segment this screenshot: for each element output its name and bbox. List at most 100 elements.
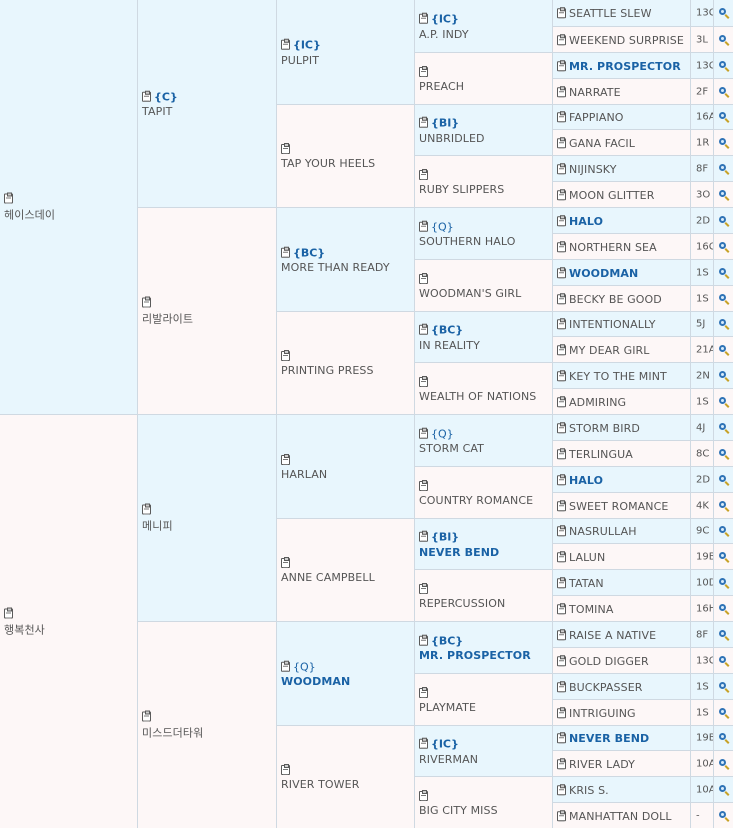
clipboard-icon[interactable] [4, 607, 13, 618]
clipboard-icon[interactable] [142, 503, 151, 515]
horse-name[interactable]: PRINTING PRESS [281, 364, 412, 377]
clipboard-icon[interactable] [557, 473, 566, 485]
pedigree-cell-gen4[interactable]: BUCKPASSER [552, 673, 690, 699]
pedigree-cell-gen4[interactable]: NIJINSKY [552, 155, 690, 181]
magnifier-icon[interactable] [718, 112, 726, 119]
pedigree-cell-gen3[interactable]: WEALTH OF NATIONS [414, 362, 552, 414]
clipboard-icon[interactable] [557, 136, 566, 148]
clipboard-icon[interactable] [281, 246, 290, 258]
magnifier-icon[interactable] [718, 293, 726, 301]
pedigree-cell-gen4[interactable]: NASRULLAH [552, 518, 690, 543]
magnifier-icon[interactable] [718, 60, 726, 68]
horse-name[interactable]: LALUN [569, 550, 605, 563]
clipboard-icon[interactable] [557, 240, 566, 252]
horse-name[interactable]: 행복천사 [4, 621, 135, 637]
horse-name[interactable]: INTRIGUING [569, 706, 636, 719]
pedigree-cell-gen3[interactable]: PREACH [414, 52, 552, 104]
clipboard-icon[interactable] [557, 602, 566, 614]
magnifier-icon[interactable] [718, 189, 726, 197]
clipboard-icon[interactable] [557, 33, 566, 45]
pedigree-cell-gen2[interactable]: HARLAN [276, 414, 414, 518]
horse-name[interactable]: MANHATTAN DOLL [569, 809, 672, 822]
clipboard-icon[interactable] [557, 654, 566, 666]
clipboard-icon[interactable] [557, 809, 566, 821]
pedigree-cell-gen3[interactable]: {IC} RIVERMAN [414, 725, 552, 776]
pedigree-cell-gen2[interactable]: {Q} WOODMAN [276, 621, 414, 725]
magnifier-icon[interactable] [718, 784, 726, 792]
horse-name[interactable]: FAPPIANO [569, 111, 624, 124]
pedigree-cell-gen3[interactable]: COUNTRY ROMANCE [414, 466, 552, 518]
horse-name[interactable]: ADMIRING [569, 395, 626, 408]
magnifier-icon[interactable] [718, 344, 726, 352]
horse-name[interactable]: IN REALITY [419, 338, 550, 351]
horse-name[interactable]: NARRATE [569, 85, 621, 98]
clipboard-icon[interactable] [419, 220, 428, 232]
horse-name[interactable]: HARLAN [281, 468, 412, 481]
clipboard-icon[interactable] [281, 660, 290, 672]
clipboard-icon[interactable] [557, 576, 566, 588]
pedigree-cell-gen4[interactable]: KEY TO THE MINT [552, 362, 690, 388]
pedigree-cell-gen4[interactable]: WEEKEND SURPRISE [552, 26, 690, 52]
magnifier-icon[interactable] [718, 137, 726, 145]
horse-name[interactable]: KRIS S. [569, 783, 609, 796]
clipboard-icon[interactable] [557, 59, 566, 71]
horse-name[interactable]: STORM BIRD [569, 421, 640, 434]
clipboard-icon[interactable] [142, 90, 151, 102]
magnifier-icon[interactable] [718, 215, 726, 223]
pedigree-cell-gen2[interactable]: ANNE CAMPBELL [276, 518, 414, 621]
clipboard-icon[interactable] [557, 318, 566, 330]
horse-name[interactable]: RIVER TOWER [281, 778, 412, 791]
clipboard-icon[interactable] [557, 395, 566, 407]
pedigree-cell-gen3[interactable]: {BI} NEVER BEND [414, 518, 552, 569]
pedigree-cell-gen3[interactable]: {IC} A.P. INDY [414, 0, 552, 52]
magnifier-icon[interactable] [718, 655, 726, 663]
pedigree-cell-gen4[interactable]: MR. PROSPECTOR [552, 52, 690, 78]
pedigree-cell-gen3[interactable]: {Q} STORM CAT [414, 414, 552, 466]
clipboard-icon[interactable] [281, 557, 290, 568]
clipboard-icon[interactable] [419, 168, 428, 180]
horse-name[interactable]: PREACH [419, 80, 550, 93]
magnifier-icon[interactable] [718, 810, 726, 818]
clipboard-icon[interactable] [557, 706, 566, 718]
clipboard-icon[interactable] [557, 188, 566, 200]
clipboard-icon[interactable] [557, 266, 566, 278]
clipboard-icon[interactable] [419, 427, 428, 439]
horse-name[interactable]: NEVER BEND [569, 732, 649, 745]
pedigree-cell-gen0[interactable]: 헤이스데이 [0, 0, 137, 414]
magnifier-icon[interactable] [718, 448, 726, 456]
horse-name[interactable]: WEALTH OF NATIONS [419, 390, 550, 403]
horse-name[interactable]: NASRULLAH [569, 525, 637, 538]
pedigree-cell-gen4[interactable]: GANA FACIL [552, 129, 690, 155]
clipboard-icon[interactable] [281, 350, 290, 361]
clipboard-icon[interactable] [557, 757, 566, 769]
clipboard-icon[interactable] [557, 85, 566, 97]
magnifier-icon[interactable] [718, 681, 726, 689]
horse-name[interactable]: NORTHERN SEA [569, 240, 657, 253]
pedigree-cell-gen4[interactable]: TATAN [552, 569, 690, 595]
pedigree-cell-gen4[interactable]: HALO [552, 466, 690, 492]
horse-name[interactable]: MORE THAN READY [281, 261, 412, 274]
horse-name[interactable]: MY DEAR GIRL [569, 343, 650, 356]
clipboard-icon[interactable] [419, 116, 428, 128]
magnifier-icon[interactable] [718, 163, 726, 171]
horse-name[interactable]: SOUTHERN HALO [419, 235, 550, 248]
horse-name[interactable]: 헤이스데이 [4, 207, 135, 223]
magnifier-icon[interactable] [718, 422, 726, 430]
pedigree-cell-gen4[interactable]: MOON GLITTER [552, 181, 690, 207]
magnifier-icon[interactable] [718, 241, 726, 249]
horse-name[interactable]: BUCKPASSER [569, 680, 643, 693]
pedigree-cell-gen3[interactable]: WOODMAN'S GIRL [414, 259, 552, 311]
horse-name[interactable]: RIVER LADY [569, 757, 635, 770]
horse-name[interactable]: KEY TO THE MINT [569, 369, 667, 382]
horse-name[interactable]: BECKY BE GOOD [569, 292, 662, 305]
horse-name[interactable]: WEEKEND SURPRISE [569, 33, 684, 46]
clipboard-icon[interactable] [419, 530, 428, 542]
pedigree-cell-gen1[interactable]: 리발라이트 [137, 207, 276, 414]
horse-name[interactable]: WOODMAN [569, 266, 638, 279]
horse-name[interactable]: WOODMAN'S GIRL [419, 287, 550, 300]
horse-name[interactable]: UNBRIDLED [419, 131, 550, 144]
pedigree-cell-gen4[interactable]: SEATTLE SLEW [552, 0, 690, 26]
horse-name[interactable]: TAPIT [142, 105, 274, 118]
clipboard-icon[interactable] [557, 525, 566, 537]
pedigree-cell-gen4[interactable]: GOLD DIGGER [552, 647, 690, 673]
